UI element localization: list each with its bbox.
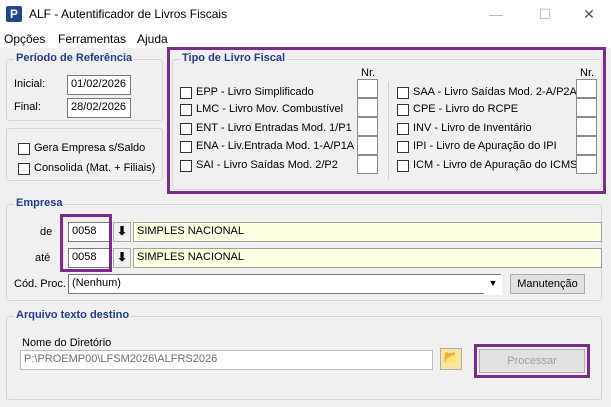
diretorio-path-field[interactable]: P:\PROEMP00\LFSM2026\ALFRS2026 [20, 350, 433, 370]
ate-lookup-button[interactable]: ⬇ [113, 248, 131, 268]
epp-nr-field[interactable] [357, 79, 378, 98]
chevron-down-icon: ▼ [488, 278, 498, 288]
processar-highlight [474, 344, 590, 378]
ent-nr-field[interactable] [357, 117, 378, 136]
menu-ajuda[interactable]: Ajuda [137, 32, 168, 46]
title-bar: P ALF - Autentificador de Livros Fiscais… [0, 0, 611, 29]
lmc-checkbox[interactable] [180, 104, 192, 116]
de-name-field: SIMPLES NACIONAL [133, 222, 602, 242]
sai-checkbox[interactable] [180, 160, 192, 172]
final-label: Final: [14, 101, 41, 113]
ipi-nr-field[interactable] [576, 136, 597, 155]
saa-label: SAA - Livro Saídas Mod. 2-A/P2A [413, 86, 577, 98]
icm-checkbox[interactable] [397, 160, 409, 172]
menu-bar: Opções Ferramentas Ajuda [0, 29, 611, 48]
down-arrow-icon: ⬇ [116, 224, 128, 238]
manutencao-button[interactable]: Manutenção [510, 274, 585, 294]
empresa-code-highlight [60, 214, 112, 272]
lmc-label: LMC - Livro Mov. Combustível [196, 103, 344, 115]
folder-icon: 📂 [443, 350, 459, 364]
periodo-title: Período de Referência [14, 52, 135, 64]
nr-label-right: Nr. [580, 67, 595, 79]
menu-opcoes[interactable]: Opções [4, 32, 45, 46]
saa-nr-field[interactable] [576, 79, 597, 98]
sai-label: SAI - Livro Saídas Mod. 2/P2 [196, 159, 338, 171]
minimize-button[interactable]: — [473, 0, 519, 29]
app-icon: P [6, 6, 22, 22]
epp-checkbox[interactable] [180, 87, 192, 99]
browse-folder-button[interactable]: 📂 [440, 348, 462, 370]
de-label: de [40, 226, 53, 238]
ena-nr-field[interactable] [357, 136, 378, 155]
arquivo-title: Arquivo texto destino [14, 309, 132, 321]
epp-label: EPP - Livro Simplificado [196, 86, 314, 98]
menu-ferramentas[interactable]: Ferramentas [58, 32, 126, 46]
ipi-checkbox[interactable] [397, 141, 409, 153]
final-date-field[interactable]: 28/02/2026 [67, 98, 131, 118]
cod-proc-dropdown-button[interactable]: ▼ [484, 275, 502, 295]
ipi-label: IPI - Livro de Apuração do IPI [413, 140, 557, 152]
close-button[interactable]: ✕ [566, 0, 611, 29]
ent-checkbox[interactable] [180, 123, 192, 135]
cod-proc-label: Cód. Proc. [14, 278, 66, 290]
inv-label: INV - Livro de Inventário [413, 122, 532, 134]
ate-label: até [35, 252, 51, 264]
nome-diretorio-label: Nome do Diretório [22, 337, 112, 349]
sai-nr-field[interactable] [357, 155, 378, 174]
icm-nr-field[interactable] [576, 155, 597, 174]
gera-empresa-label: Gera Empresa s/Saldo [34, 142, 146, 154]
down-arrow-icon: ⬇ [116, 250, 128, 264]
ate-name-field: SIMPLES NACIONAL [133, 248, 602, 268]
ena-checkbox[interactable] [180, 141, 192, 153]
tipo-livro-highlight [167, 47, 606, 194]
inicial-date-field[interactable]: 01/02/2026 [67, 75, 131, 95]
gera-empresa-checkbox[interactable] [18, 143, 30, 155]
cpe-label: CPE - Livro do RCPE [413, 103, 519, 115]
nr-label-left: Nr. [361, 67, 376, 79]
empresa-title: Empresa [14, 197, 65, 209]
tipo-livro-divider [388, 82, 389, 180]
inicial-label: Inicial: [14, 78, 46, 90]
ent-label: ENT - Livro Entradas Mod. 1/P1 [196, 122, 352, 134]
window-title: ALF - Autentificador de Livros Fiscais [29, 7, 228, 21]
inv-checkbox[interactable] [397, 123, 409, 135]
inv-nr-field[interactable] [576, 117, 597, 136]
lmc-nr-field[interactable] [357, 98, 378, 117]
cpe-nr-field[interactable] [576, 98, 597, 117]
de-lookup-button[interactable]: ⬇ [113, 222, 131, 242]
saa-checkbox[interactable] [397, 87, 409, 99]
cod-proc-select[interactable]: (Nenhum) [68, 274, 501, 294]
maximize-button[interactable]: ☐ [522, 0, 568, 29]
ena-label: ENA - Liv.Entrada Mod. 1-A/P1A [196, 140, 355, 152]
consolida-checkbox[interactable] [18, 163, 30, 175]
consolida-label: Consolida (Mat. + Filiais) [34, 162, 156, 174]
cpe-checkbox[interactable] [397, 104, 409, 116]
icm-label: ICM - Livro de Apuração do ICMS [413, 159, 578, 171]
